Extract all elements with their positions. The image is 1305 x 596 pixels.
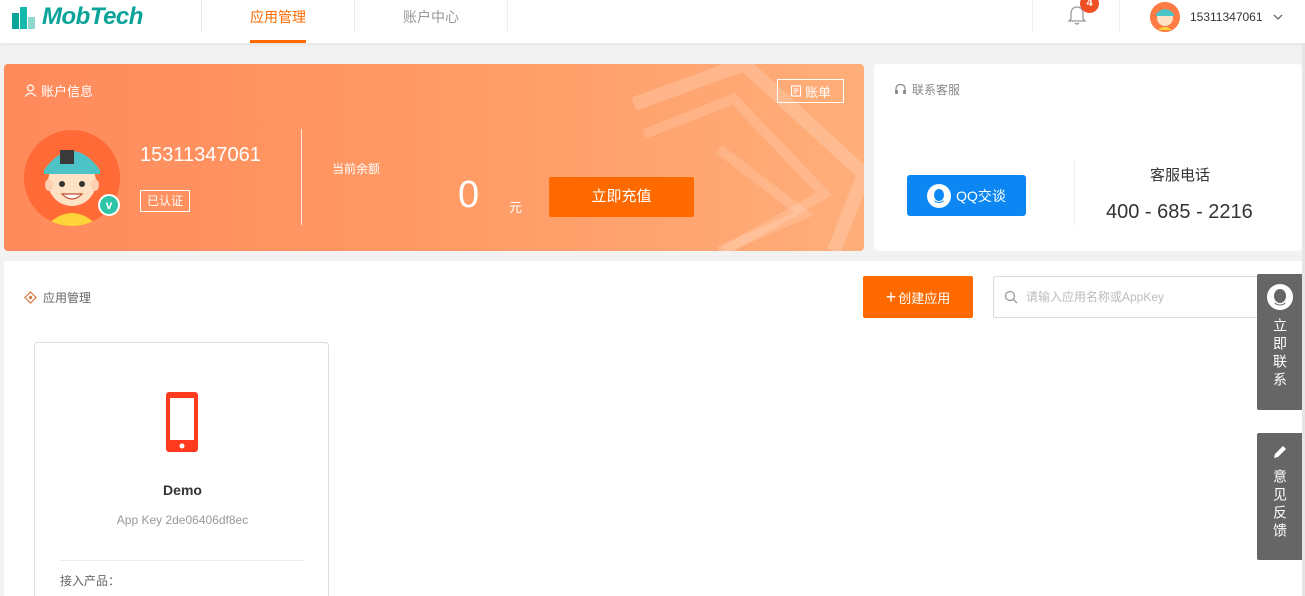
search-icon [1004, 290, 1018, 304]
app-section-label: 应用管理 [43, 291, 92, 305]
balance-label: 当前余额 [332, 162, 381, 176]
account-info-title: 账户信息 [24, 81, 93, 100]
verified-tag: 已认证 [140, 190, 191, 212]
hotline-number: 400 - 685 - 2216 [1106, 201, 1253, 223]
recharge-button[interactable]: 立即充值 [549, 177, 694, 217]
feedback-label: 意见反馈 [1272, 469, 1288, 541]
hotline-label: 客服电话 [1150, 167, 1211, 184]
pencil-icon [1274, 446, 1286, 458]
document-icon [790, 85, 802, 97]
app-management-section: 应用管理 + 创建应用 Demo App Key 2de06406df8ec 接… [4, 261, 1302, 596]
diamond-icon [24, 291, 37, 304]
support-title: 联系客服 [894, 81, 960, 98]
support-card: 联系客服 QQ交谈 客服电话 400 - 685 - 2216 [874, 64, 1302, 251]
qq-chat-button[interactable]: QQ交谈 [907, 175, 1026, 216]
qq-icon [927, 183, 952, 208]
nav-divider [1119, 0, 1120, 32]
feedback-panel[interactable]: 意见反馈 [1257, 433, 1303, 560]
support-title-label: 联系客服 [912, 83, 961, 97]
headset-icon [895, 83, 906, 94]
top-header: MobTech 应用管理 账户中心 4 15311347061 [0, 0, 1305, 43]
logo-icon [12, 7, 35, 29]
chevron-down-icon [1273, 14, 1282, 20]
app-card-divider [60, 560, 304, 561]
nav-divider [507, 0, 508, 32]
account-info-label: 账户信息 [41, 84, 94, 99]
app-search-input[interactable] [1026, 290, 1246, 304]
app-name: Demo [163, 482, 202, 498]
logo-text: MobTech [42, 3, 143, 30]
tab-account-center[interactable]: 账户中心 [403, 0, 459, 43]
card-divider [301, 129, 302, 225]
user-icon [24, 84, 37, 97]
notification-badge: 4 [1080, 0, 1099, 13]
app-product-label: 接入产品： [60, 574, 121, 588]
nav-divider [1032, 0, 1033, 32]
app-section-title: 应用管理 [24, 289, 91, 306]
account-phone: 15311347061 [140, 144, 261, 166]
balance-value: 0 [458, 174, 480, 216]
balance-unit: 元 [509, 200, 523, 215]
bill-label: 账单 [804, 84, 831, 100]
mobile-phone-icon [166, 392, 198, 452]
app-key: App Key 2de06406df8ec [116, 513, 249, 527]
contact-now-label: 立即联系 [1272, 318, 1288, 390]
app-search-box[interactable] [993, 276, 1263, 318]
contact-now-panel[interactable]: 立即联系 [1257, 274, 1303, 410]
qq-icon [1267, 284, 1293, 310]
account-info-card: 账户信息 账单 v 15311347061 已认证 当前余额 0 元 立即充值 [4, 64, 864, 251]
create-app-button[interactable]: + 创建应用 [863, 276, 973, 318]
avatar [1150, 2, 1180, 32]
user-name: 15311347061 [1190, 10, 1263, 24]
app-card[interactable]: Demo App Key 2de06406df8ec 接入产品： [34, 342, 329, 596]
plus-icon: + [885, 287, 897, 307]
create-app-label: 创建应用 [898, 290, 951, 306]
nav-divider [201, 0, 202, 32]
qq-chat-label: QQ交谈 [956, 187, 1006, 204]
nav-divider [354, 0, 355, 32]
support-divider [1074, 160, 1075, 226]
mobtech-logo[interactable]: MobTech [10, 2, 143, 32]
user-menu[interactable]: 15311347061 [1150, 2, 1283, 32]
bill-button[interactable]: 账单 [777, 79, 844, 103]
tab-app-management[interactable]: 应用管理 [250, 0, 306, 43]
verified-badge-icon: v [98, 194, 120, 216]
